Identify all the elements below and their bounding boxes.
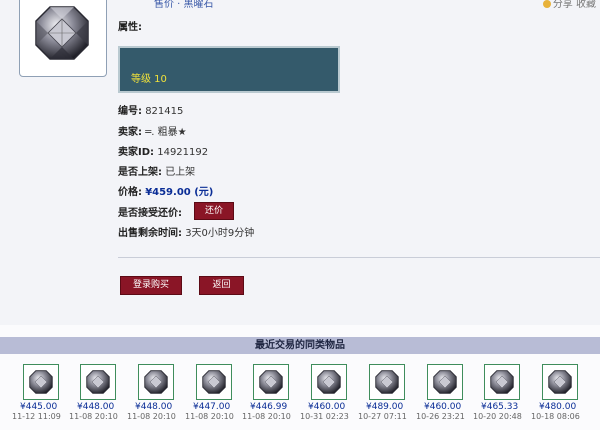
recent-item-image[interactable]: [80, 364, 116, 400]
recent-item-price: ¥446.99: [250, 402, 288, 412]
recent-item[interactable]: ¥445.00 11-12 11:09: [12, 364, 76, 421]
recent-item-price: ¥460.00: [308, 402, 346, 412]
attributes-label: 属性:: [118, 22, 142, 33]
recent-item-price: ¥480.00: [539, 402, 577, 412]
counter-offer-button[interactable]: 还价: [194, 202, 234, 220]
recent-item-image[interactable]: [138, 364, 174, 400]
recent-item[interactable]: ¥460.00 10-31 02:23: [300, 364, 364, 421]
top-links[interactable]: 分享 收藏: [537, 0, 596, 10]
recent-item-date: 11-08 20:10: [185, 412, 234, 421]
recent-item[interactable]: ¥448.00 11-08 20:10: [127, 364, 191, 421]
coin-icon: [542, 0, 551, 8]
divider: [118, 257, 600, 258]
recent-item[interactable]: ¥489.00 10-27 07:11: [358, 364, 422, 421]
seller-id-value: 14921192: [157, 147, 209, 158]
price-value: ¥459.00 (元): [145, 187, 214, 198]
recent-item-image[interactable]: [196, 364, 232, 400]
login-buy-button[interactable]: 登录购买: [120, 276, 182, 295]
recent-item-price: ¥448.00: [135, 402, 173, 412]
recent-item-price: ¥460.00: [424, 402, 462, 412]
recent-item[interactable]: ¥448.00 11-08 20:10: [69, 364, 133, 421]
recent-item-image[interactable]: [484, 364, 520, 400]
recent-item-price: ¥448.00: [77, 402, 115, 412]
recent-item-date: 10-27 07:11: [358, 412, 407, 421]
recent-item[interactable]: ¥480.00 10-18 08:06: [531, 364, 595, 421]
recent-item-date: 11-08 20:10: [127, 412, 176, 421]
item-id-label: 编号:: [118, 106, 142, 117]
level-text: 等级 10: [131, 74, 167, 85]
recent-item-image[interactable]: [23, 364, 59, 400]
recent-item-date: 11-08 20:10: [242, 412, 291, 421]
price-row: 价格: ¥459.00 (元): [118, 183, 213, 198]
counter-offer-label: 是否接受还价:: [118, 208, 182, 219]
seller-row: 卖家: ═. 粗暴★: [118, 123, 187, 138]
recent-item-date: 10-20 20:48: [473, 412, 522, 421]
recent-item-date: 10-26 23:21: [416, 412, 465, 421]
recent-item-image[interactable]: [253, 364, 289, 400]
recent-trades-header: 最近交易的同类物品: [0, 337, 600, 354]
time-left-label: 出售剩余时间:: [118, 228, 182, 239]
recent-item-date: 11-12 11:09: [12, 412, 61, 421]
recent-item-price: ¥489.00: [366, 402, 404, 412]
time-left-row: 出售剩余时间: 3天0小时9分钟: [118, 224, 254, 239]
top-links-text[interactable]: 分享 收藏: [553, 0, 596, 10]
recent-item[interactable]: ¥465.33 10-20 20:48: [473, 364, 537, 421]
back-button[interactable]: 返回: [199, 276, 244, 295]
item-id-value: 821415: [145, 106, 184, 117]
seller-value: ═. 粗暴★: [145, 127, 187, 138]
listed-row: 是否上架: 已上架: [118, 163, 195, 178]
time-left-value: 3天0小时9分钟: [185, 228, 255, 239]
recent-item[interactable]: ¥460.00 10-26 23:21: [416, 364, 480, 421]
recent-item-image[interactable]: [427, 364, 463, 400]
seller-id-label: 卖家ID:: [118, 147, 155, 158]
recent-item[interactable]: ¥446.99 11-08 20:10: [242, 364, 306, 421]
item-title: 售价 · 黑曜石: [154, 0, 214, 10]
item-id-row: 编号: 821415: [118, 102, 183, 117]
price-label: 价格:: [118, 187, 142, 198]
recent-item-date: 10-18 08:06: [531, 412, 580, 421]
recent-item-date: 10-31 02:23: [300, 412, 349, 421]
recent-item-image[interactable]: [369, 364, 405, 400]
recent-item-image[interactable]: [311, 364, 347, 400]
recent-item-image[interactable]: [542, 364, 578, 400]
recent-item-price: ¥465.33: [481, 402, 519, 412]
attributes-box: 等级 10: [118, 46, 340, 93]
listed-value: 已上架: [165, 167, 196, 178]
item-image: [19, 0, 107, 77]
recent-item-price: ¥447.00: [193, 402, 231, 412]
gem-icon: [35, 6, 89, 60]
seller-id-row: 卖家ID: 14921192: [118, 143, 208, 158]
recent-item-date: 11-08 20:10: [69, 412, 118, 421]
listed-label: 是否上架:: [118, 167, 162, 178]
seller-label: 卖家:: [118, 127, 142, 138]
recent-item-price: ¥445.00: [20, 402, 58, 412]
recent-item[interactable]: ¥447.00 11-08 20:10: [185, 364, 249, 421]
